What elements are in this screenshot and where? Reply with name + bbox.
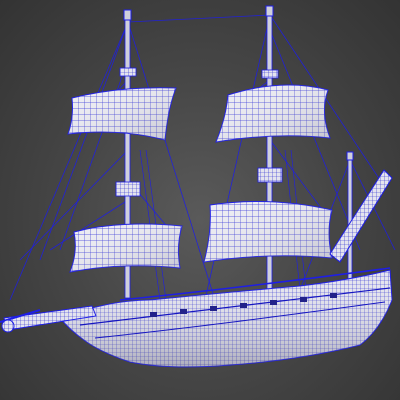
- 3d-viewport[interactable]: [0, 0, 400, 400]
- hull: [59, 267, 393, 368]
- ship-wireframe-model[interactable]: [0, 0, 400, 400]
- mizzen-sail: [329, 169, 393, 263]
